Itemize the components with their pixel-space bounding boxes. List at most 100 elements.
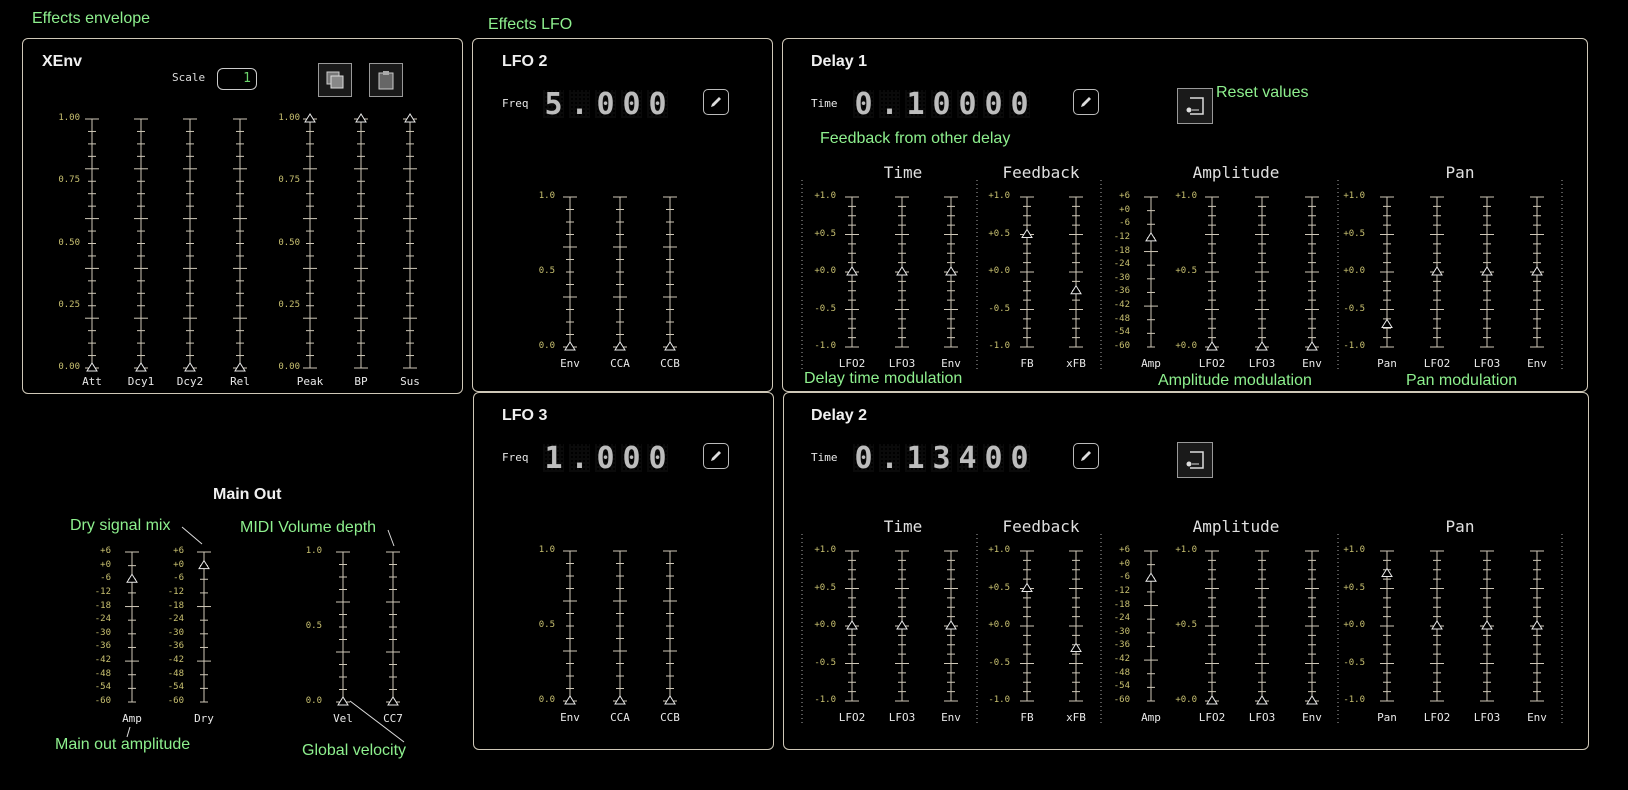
delay2-reset-button[interactable] [1177, 442, 1213, 478]
delay2-time-slider-lfo2[interactable] [844, 545, 860, 707]
time-tick-label: -1.0 [814, 695, 836, 705]
main-out-vel-slider[interactable] [335, 546, 351, 708]
delay1-amp-mod-slider-lfo2[interactable] [1204, 191, 1220, 353]
delay1-edit-button[interactable] [1073, 89, 1099, 115]
delay2-time-display[interactable]: 0.13400 [853, 441, 1030, 476]
digit: 0 [853, 441, 874, 476]
delay1-time-slider-env[interactable] [943, 191, 959, 353]
xenv-slider-dcy2[interactable] [182, 113, 198, 374]
lfo3-slider-cca-handle [614, 695, 626, 705]
delay1-pan-slider-lfo3[interactable] [1479, 191, 1495, 353]
feedback-tick-label: +0.0 [988, 266, 1010, 276]
delay1-pan-slider-env[interactable] [1529, 191, 1545, 353]
delay1-time-slider-lfo2[interactable] [844, 191, 860, 353]
amp-db-tick-label: -18 [1113, 245, 1130, 256]
delay1-pan-slider-pan[interactable] [1379, 191, 1395, 353]
pointer-cc7 [387, 529, 395, 547]
scale-input[interactable]: 1 [217, 68, 257, 90]
xenv-slider-bp[interactable] [353, 113, 369, 374]
pan-slider-label: LFO2 [1423, 357, 1451, 370]
xenv-slider-rel[interactable] [232, 113, 248, 374]
lfo3-freq-display[interactable]: 1.000 [543, 441, 668, 476]
lfo2-freq-label: Freq [502, 97, 529, 110]
group-title: Amplitude [1192, 163, 1280, 182]
delay2-amp-mod-slider-lfo2[interactable] [1204, 545, 1220, 707]
xenv-slider-dcy1[interactable] [133, 113, 149, 374]
lfo2-freq-display[interactable]: 5.000 [543, 87, 668, 122]
delay2-amp-mod-slider-lfo2-handle [1206, 695, 1218, 705]
digit-char: 0 [984, 440, 1003, 476]
lfo2-slider-env-handle [564, 341, 576, 351]
digit: 3 [931, 441, 952, 476]
delay2-edit-button[interactable] [1073, 443, 1099, 469]
delay2-amp-slider-handle [1145, 572, 1157, 582]
delay1-pan-slider-lfo2[interactable] [1429, 191, 1445, 353]
xenv-slider-peak[interactable] [302, 113, 318, 374]
digit: 0 [957, 87, 978, 122]
pencil-icon [1081, 97, 1091, 107]
delay2-time-slider-env[interactable] [943, 545, 959, 707]
lfo2-slider-ccb[interactable] [662, 191, 678, 353]
xenv-slider-label: Peak [296, 375, 324, 388]
xenv-tick-label-left: 0.00 [58, 362, 80, 372]
main-out-cc7-slider[interactable] [385, 546, 401, 708]
copy-button[interactable] [318, 63, 352, 97]
pan-tick-label: +0.5 [1343, 582, 1365, 593]
digit: 0 [1009, 87, 1030, 122]
delay1-feedback-slider-xfb[interactable] [1068, 191, 1084, 353]
lfo2-edit-button[interactable] [703, 89, 729, 115]
digit: 1 [543, 441, 564, 476]
lfo3-edit-button[interactable] [703, 443, 729, 469]
xenv-slider-label: Dcy2 [176, 375, 204, 388]
lfo3-slider-env[interactable] [562, 545, 578, 707]
amp-db-tick-label: -24 [1113, 613, 1130, 624]
pan-tick-label: -0.5 [1343, 657, 1365, 668]
delay2-feedback-slider-xfb[interactable] [1068, 545, 1084, 707]
delay2-time-slider-lfo3[interactable] [894, 545, 910, 707]
delay2-pan-slider-lfo3[interactable] [1479, 545, 1495, 707]
xenv-slider-peak-handle [304, 113, 316, 123]
delay2-pan-slider-env-handle [1531, 620, 1543, 630]
delay1-time-display[interactable]: 0.10000 [853, 87, 1030, 122]
main-out-cc7-slider-handle [387, 696, 399, 706]
time-slider-label: LFO2 [838, 711, 866, 724]
delay1-amp-mod-slider-env[interactable] [1304, 191, 1320, 353]
delay2-pan-slider-pan[interactable] [1379, 545, 1395, 707]
time-slider-label: LFO3 [888, 711, 916, 724]
delay2-feedback-slider-fb[interactable] [1019, 545, 1035, 707]
pan-tick-label: -1.0 [1343, 341, 1365, 351]
feedback-tick-label: +0.5 [988, 582, 1010, 593]
lfo2-slider-env[interactable] [562, 191, 578, 353]
paste-button[interactable] [369, 63, 403, 97]
digit: 1 [905, 87, 926, 122]
lfo3-slider-cca[interactable] [612, 545, 628, 707]
lfo2-slider-cca[interactable] [612, 191, 628, 353]
time-slider-label: Env [941, 711, 961, 724]
annotation-effects-lfo: Effects LFO [488, 16, 573, 33]
delay2-amp-mod-slider-lfo3[interactable] [1254, 545, 1270, 707]
main-out-amp-slider[interactable] [124, 546, 140, 708]
delay2-pan-slider-lfo2[interactable] [1429, 545, 1445, 707]
xenv-slider-att[interactable] [84, 113, 100, 374]
lfo3-slider-label: Env [560, 711, 580, 724]
main-out-db-tick-label: -42 [94, 655, 111, 666]
main-out-db-tick-label: -60 [94, 696, 111, 706]
amp-mod-tick-label: +0.5 [1175, 620, 1197, 630]
delay1-amp-mod-slider-lfo3[interactable] [1254, 191, 1270, 353]
amp-db-tick-label: -42 [1113, 654, 1130, 665]
delay1-time-slider-lfo3[interactable] [894, 191, 910, 353]
main-out-db-tick-label: -12 [94, 586, 111, 597]
delay2-amp-mod-slider-env[interactable] [1304, 545, 1320, 707]
delay2-pan-slider-env[interactable] [1529, 545, 1545, 707]
delay1-feedback-slider-fb[interactable] [1019, 191, 1035, 353]
xenv-title: XEnv [42, 53, 83, 70]
lfo3-slider-ccb[interactable] [662, 545, 678, 707]
copy-icon [326, 71, 344, 89]
main-out-dry-slider[interactable] [196, 546, 212, 708]
xenv-tick-label-right: 0.00 [278, 362, 300, 372]
delay1-reset-button[interactable] [1177, 88, 1213, 124]
main-out-db-tick-label: +6 [173, 546, 184, 556]
xenv-slider-sus[interactable] [402, 113, 418, 374]
main-out-cc7-label: CC7 [383, 712, 403, 725]
xenv-tick-label-left: 0.75 [58, 175, 80, 186]
